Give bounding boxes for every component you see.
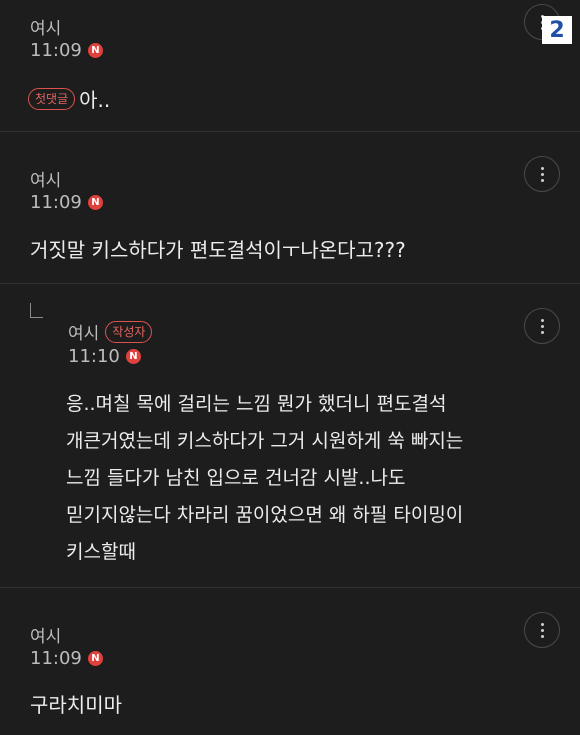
new-badge: N xyxy=(87,651,103,666)
comment-time: 11:09 N xyxy=(30,192,103,213)
text-line: 키스할때 xyxy=(66,541,136,563)
comment-author[interactable]: 여시 xyxy=(68,319,99,344)
comment-time: 11:10 N xyxy=(68,346,141,367)
text-line: 느낌 들다가 남친 입으로 건너감 시발..나도 xyxy=(66,467,406,489)
comment-4: 여시 11:09 N 구라치미마 xyxy=(0,588,580,735)
author-tag: 작성자 xyxy=(105,320,153,343)
comment-2: 여시 11:09 N 거짓말 키스하다가 편도결석이ㅜ나온다고??? xyxy=(0,132,580,284)
comment-body: 첫댓글 아.. xyxy=(28,84,110,113)
page-number-badge: 2 xyxy=(542,16,572,44)
comment-text: 구라치미마 xyxy=(30,693,122,717)
comment-author[interactable]: 여시 xyxy=(30,14,61,39)
new-badge: N xyxy=(87,43,103,58)
new-badge: N xyxy=(87,195,103,210)
comment-text: 응..며칠 목에 걸리는 느낌 뭔가 했더니 편도결석 개큰거였는데 키스하다가… xyxy=(66,386,536,571)
comment-time: 11:09 N xyxy=(30,40,103,61)
more-vertical-icon xyxy=(540,166,544,182)
comment-author[interactable]: 여시 xyxy=(30,166,61,191)
reply-arrow-icon xyxy=(30,303,43,318)
comment-text: 아.. xyxy=(79,88,111,112)
comment-time: 11:09 N xyxy=(30,648,103,669)
comment-text: 거짓말 키스하다가 편도결석이ㅜ나온다고??? xyxy=(30,238,406,262)
time-text: 11:10 xyxy=(68,346,120,367)
first-comment-tag: 첫댓글 xyxy=(28,87,76,110)
time-text: 11:09 xyxy=(30,648,82,669)
more-options-button[interactable] xyxy=(524,612,560,648)
more-vertical-icon xyxy=(540,318,544,334)
time-text: 11:09 xyxy=(30,40,82,61)
new-badge: N xyxy=(125,349,141,364)
more-vertical-icon xyxy=(540,622,544,638)
comment-author[interactable]: 여시 xyxy=(30,622,61,647)
text-line: 응..며칠 목에 걸리는 느낌 뭔가 했더니 편도결석 xyxy=(66,393,447,415)
text-line: 믿기지않는다 차라리 꿈이었으면 왜 하필 타이밍이 xyxy=(66,504,464,526)
time-text: 11:09 xyxy=(30,192,82,213)
more-options-button[interactable] xyxy=(524,308,560,344)
reply-author-row: 여시 작성자 xyxy=(68,319,153,344)
more-options-button[interactable] xyxy=(524,156,560,192)
text-line: 개큰거였는데 키스하다가 그거 시원하게 쑥 빠지는 xyxy=(66,430,464,452)
comment-1: 여시 11:09 N 첫댓글 아.. xyxy=(0,0,580,132)
